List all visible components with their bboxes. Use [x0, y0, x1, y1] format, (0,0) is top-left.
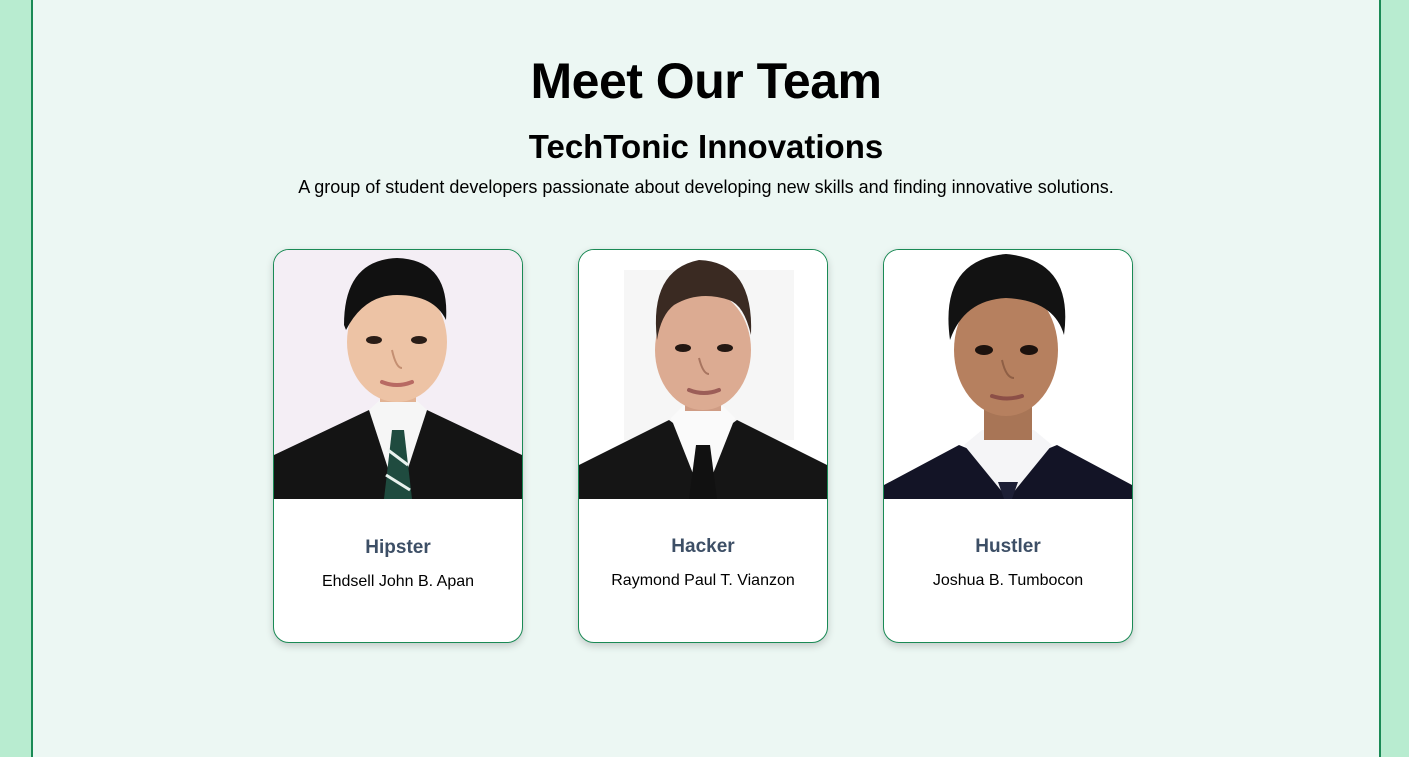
member-photo: [579, 250, 827, 499]
page-title: Meet Our Team: [530, 53, 883, 109]
member-role: Hustler: [975, 536, 1041, 557]
member-name: Raymond Paul T. Vianzon: [611, 572, 795, 589]
member-role: Hacker: [671, 536, 735, 557]
team-card-hipster: Hipster Ehdsell John B. Apan: [273, 249, 523, 643]
member-photo: [884, 250, 1132, 499]
team-card-hacker: Hacker Raymond Paul T. Vianzon: [578, 249, 828, 643]
member-role: Hipster: [365, 537, 431, 558]
member-photo: [274, 250, 522, 499]
member-name: Ehdsell John B. Apan: [321, 573, 475, 590]
team-description: A group of student developers passionate…: [298, 177, 1114, 197]
team-card-hustler: Hustler Joshua B. Tumbocon: [883, 249, 1133, 643]
member-name: Joshua B. Tumbocon: [932, 572, 1084, 589]
team-name: TechTonic Innovations: [528, 128, 884, 165]
